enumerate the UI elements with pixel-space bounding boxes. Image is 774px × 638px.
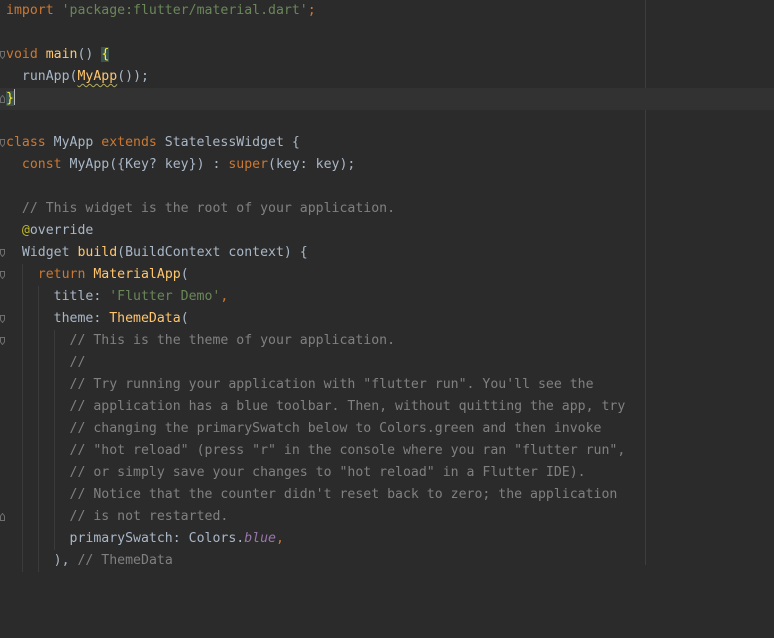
code-line[interactable]: Widget build(BuildContext context) { [0,242,774,264]
fold-marker-icon[interactable] [0,95,5,103]
code-line[interactable]: return MaterialApp( [0,264,774,286]
function-name: ThemeData [109,311,181,326]
annotation-symbol: @ [21,223,30,238]
constructor-params: MyApp({Key? key}) : [61,157,229,172]
punctuation: , [275,531,284,546]
punctuation: ( [180,267,189,282]
function-name: build [77,245,118,260]
keyword: super [228,157,269,172]
keyword: return [37,267,86,282]
constructor-call-warning: MyApp [77,69,118,84]
code-editor[interactable]: import 'package:flutter/material.dart'; … [0,0,774,572]
fold-marker-icon[interactable] [0,51,5,59]
code-line[interactable]: // This widget is the root of your appli… [0,198,774,220]
punctuation: ; [307,3,316,18]
matched-brace: } [6,91,14,106]
text-cursor [13,89,15,105]
code-line[interactable] [0,176,774,198]
code-line[interactable]: // Notice that the counter didn't reset … [0,484,774,506]
current-line[interactable]: } [0,88,774,110]
code-line[interactable]: // is not restarted. [0,506,774,528]
named-arg: primarySwatch: Colors. [69,531,245,546]
comment: // is not restarted. [69,509,229,524]
punctuation: ), [53,553,70,568]
class-name: MyApp [45,135,102,150]
code-line[interactable]: // [0,352,774,374]
keyword: import [6,3,54,18]
punctuation: ()); [117,69,149,84]
fold-marker-icon[interactable] [0,271,5,279]
code-line[interactable]: ), // ThemeData [0,550,774,572]
code-line[interactable]: const MyApp({Key? key}) : super(key: key… [0,154,774,176]
closing-label-comment: // ThemeData [77,553,173,568]
punctuation: ( [180,311,189,326]
comment: // or simply save your changes to "hot r… [69,465,586,480]
keyword: extends [101,135,157,150]
code-line[interactable]: title: 'Flutter Demo', [0,286,774,308]
comment: // Try running your application with "fl… [69,377,594,392]
superclass: StatelessWidget { [156,135,300,150]
code-line[interactable]: primarySwatch: Colors.blue, [0,528,774,550]
punctuation: () [77,47,102,62]
code-line[interactable]: // or simply save your changes to "hot r… [0,462,774,484]
comment: // [69,355,86,370]
comment: // Notice that the counter didn't reset … [69,487,618,502]
code-line[interactable]: // changing the primarySwatch below to C… [0,418,774,440]
keyword: const [21,157,62,172]
comment: // This widget is the root of your appli… [21,201,396,216]
fold-marker-icon[interactable] [0,337,5,345]
comment: // This is the theme of your application… [69,333,396,348]
constant-value: blue [244,531,276,546]
code-line[interactable]: theme: ThemeData( [0,308,774,330]
comment: // changing the primarySwatch below to C… [69,421,602,436]
code-line[interactable]: runApp(MyApp()); [0,66,774,88]
code-line[interactable]: // This is the theme of your application… [0,330,774,352]
comment: // "hot reload" (press "r" in the consol… [69,443,626,458]
named-arg: theme: [53,311,110,326]
code-line[interactable]: @override [0,220,774,242]
string-literal: 'package:flutter/material.dart' [61,3,308,18]
fold-marker-icon[interactable] [0,139,5,147]
code-line[interactable]: // "hot reload" (press "r" in the consol… [0,440,774,462]
function-name: main [45,47,78,62]
code-line[interactable]: // application has a blue toolbar. Then,… [0,396,774,418]
annotation-name: override [29,223,94,238]
comment: // application has a blue toolbar. Then,… [69,399,626,414]
code-line[interactable]: void main() { [0,44,774,66]
code-line[interactable] [0,22,774,44]
type-name: Widget [21,245,78,260]
function-call: runApp [21,69,70,84]
params: (BuildContext context) { [117,245,308,260]
code-line[interactable] [0,110,774,132]
punctuation: , [220,289,229,304]
named-arg: title: [53,289,110,304]
keyword: void [6,47,38,62]
super-args: (key: key); [268,157,356,172]
fold-marker-icon[interactable] [0,315,5,323]
fold-marker-icon[interactable] [0,249,5,257]
fold-marker-icon[interactable] [0,513,5,521]
function-name: MaterialApp [93,267,181,282]
code-line[interactable]: class MyApp extends StatelessWidget { [0,132,774,154]
string-literal: 'Flutter Demo' [109,289,221,304]
code-line[interactable]: // Try running your application with "fl… [0,374,774,396]
keyword: class [6,135,46,150]
matched-brace: { [101,47,110,62]
code-line[interactable]: import 'package:flutter/material.dart'; [0,0,774,22]
